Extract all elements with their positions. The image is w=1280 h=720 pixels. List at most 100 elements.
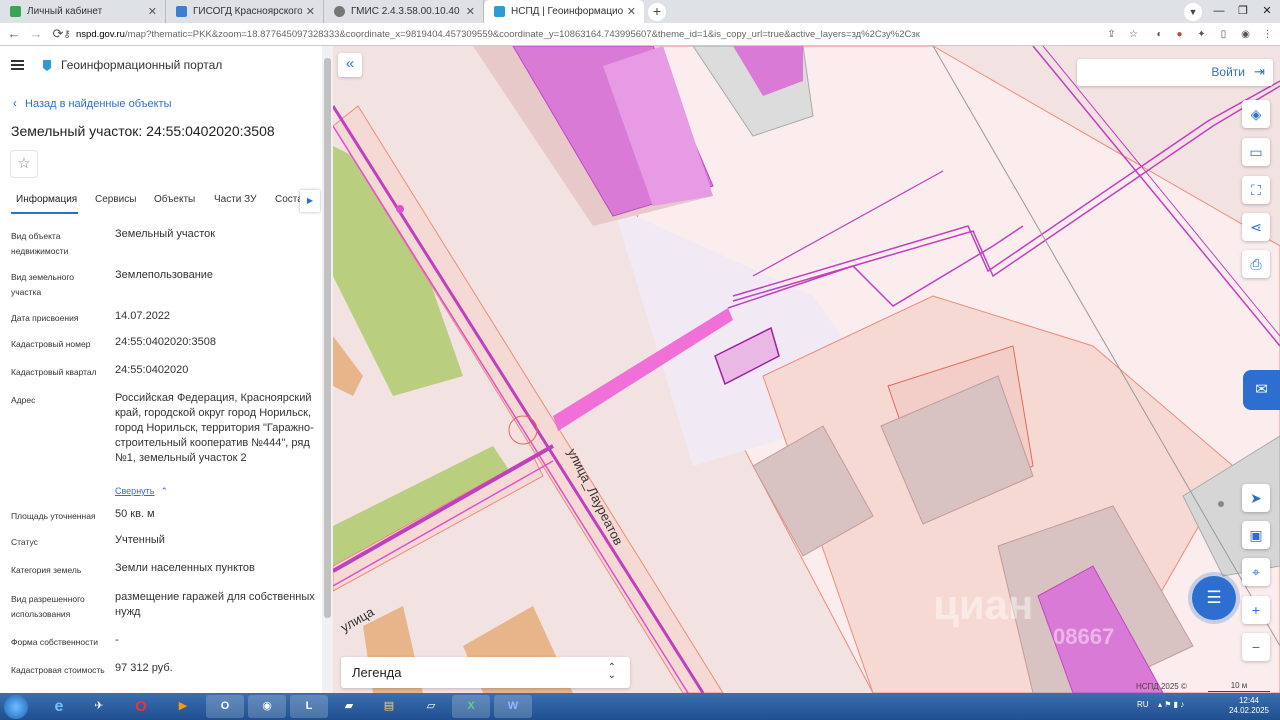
taskbar-app-icon[interactable]: L bbox=[290, 695, 328, 718]
property-value: - bbox=[115, 634, 119, 646]
area-select-button[interactable]: ⛶ bbox=[1242, 176, 1270, 204]
close-icon[interactable]: ✕ bbox=[148, 5, 157, 18]
menu-icon[interactable] bbox=[11, 60, 24, 70]
tray-icons[interactable]: ▴ ⚑ ▮ ♪ bbox=[1158, 700, 1184, 709]
layers-button[interactable]: ◈ bbox=[1242, 100, 1270, 128]
close-window-button[interactable]: ✕ bbox=[1254, 0, 1280, 23]
chat-button[interactable]: ☰ bbox=[1192, 576, 1236, 620]
os-taskbar: e ✈ O ▶ O ◉ L ▰ ▤ ▱ X W RU ▴ ⚑ ▮ ♪ 12:44… bbox=[0, 693, 1280, 720]
forward-arrow-icon[interactable]: → bbox=[28, 26, 44, 42]
active-tab-indicator bbox=[11, 212, 78, 214]
tab-services[interactable]: Сервисы bbox=[95, 194, 136, 205]
start-button[interactable] bbox=[4, 695, 28, 719]
measure-ruler-button[interactable]: ▭ bbox=[1242, 138, 1270, 166]
zoom-out-button[interactable]: − bbox=[1242, 633, 1270, 661]
close-icon[interactable]: ✕ bbox=[306, 5, 315, 18]
property-value: 24:55:0402020 bbox=[115, 364, 189, 376]
minimize-button[interactable]: — bbox=[1206, 0, 1232, 23]
tab-objects[interactable]: Объекты bbox=[154, 194, 195, 205]
collapse-label: Свернуть bbox=[115, 486, 155, 496]
location-pin-button[interactable]: ⌖ bbox=[1242, 558, 1270, 586]
print-button[interactable]: ⎙ bbox=[1242, 250, 1270, 278]
clock-time: 12:44 bbox=[1238, 696, 1260, 705]
taskbar-excel-icon[interactable]: X bbox=[452, 695, 490, 718]
sidepanel-icon[interactable]: ▯ bbox=[1216, 27, 1231, 42]
tab-search-button[interactable]: ▼ bbox=[1184, 3, 1202, 21]
browser-tabstrip: Личный кабинет ✕ ГИСОГД Красноярского кр… bbox=[0, 0, 1280, 23]
puzzle-icon[interactable]: ✦ bbox=[1194, 27, 1209, 42]
clock[interactable]: 12:44 24.02.2025 bbox=[1226, 696, 1272, 716]
browser-tab-3[interactable]: ГМИС 2.4.3.58.00.10.40 ✕ bbox=[324, 0, 484, 23]
legend-label: Легенда bbox=[352, 665, 402, 680]
tab-favicon-icon bbox=[494, 6, 505, 17]
browser-tab-4[interactable]: НСПД | Геоинформационный п ✕ bbox=[484, 0, 644, 23]
map-layers bbox=[333, 46, 1280, 693]
property-label: Вид земельного участка bbox=[11, 272, 75, 297]
scale-bar: 10 м bbox=[1208, 682, 1270, 692]
scrollbar-thumb[interactable] bbox=[324, 58, 331, 618]
taskbar-app-icon[interactable]: ▰ bbox=[330, 695, 368, 718]
extension-icon[interactable]: ● bbox=[1172, 27, 1187, 42]
maximize-button[interactable]: ❐ bbox=[1230, 0, 1256, 23]
taskbar-app-icon[interactable]: ✈ bbox=[80, 695, 118, 718]
legend-dropdown[interactable]: Легенда ⌃ ⌄ bbox=[341, 657, 630, 688]
profile-icon[interactable]: ◉ bbox=[1238, 27, 1253, 42]
bookmark-star-icon[interactable]: ☆ bbox=[1126, 27, 1141, 42]
minimap-button[interactable]: ▣ bbox=[1242, 521, 1270, 549]
geolocation-button[interactable]: ➤ bbox=[1242, 484, 1270, 512]
taskbar-media-icon[interactable]: ▶ bbox=[164, 695, 202, 718]
new-tab-button[interactable]: + bbox=[648, 3, 666, 21]
object-title: Земельный участок: 24:55:0402020:3508 bbox=[11, 123, 275, 139]
property-value: Землепользование bbox=[115, 269, 214, 281]
property-value: 14.07.2022 bbox=[115, 310, 171, 322]
extension-icon[interactable]: ◐ bbox=[1152, 27, 1167, 42]
back-arrow-icon[interactable]: ← bbox=[6, 26, 22, 42]
property-label: Форма собственности bbox=[11, 637, 98, 647]
tab-title: ГИСОГД Красноярского края bbox=[193, 6, 302, 17]
back-to-results-link[interactable]: ‹ Назад в найденные объекты bbox=[13, 96, 172, 110]
menu-dots-icon[interactable]: ⋮ bbox=[1260, 27, 1275, 42]
login-button[interactable]: Войти ⇥ bbox=[1077, 59, 1273, 86]
site-info-icon[interactable]: ⚷ bbox=[60, 27, 74, 42]
tab-title: НСПД | Геоинформационный п bbox=[511, 6, 623, 17]
collapse-panel-button[interactable]: « bbox=[338, 53, 362, 77]
share-icon[interactable]: ⇪ bbox=[1104, 27, 1119, 42]
info-tabs: Информация Сервисы Объекты Части ЗУ Сост… bbox=[0, 187, 322, 215]
browser-tab-1[interactable]: Личный кабинет ✕ bbox=[0, 0, 166, 23]
property-value: 50 кв. м bbox=[115, 508, 155, 520]
property-label: Статус bbox=[11, 537, 38, 547]
tab-parts[interactable]: Части ЗУ bbox=[214, 194, 256, 205]
taskbar-outlook-icon[interactable]: O bbox=[206, 695, 244, 718]
taskbar-chrome-icon[interactable]: ◉ bbox=[248, 695, 286, 718]
taskbar-app-icon[interactable]: ▱ bbox=[412, 695, 450, 718]
login-label: Войти bbox=[1211, 65, 1245, 79]
taskbar-ie-icon[interactable]: e bbox=[40, 695, 78, 718]
close-icon[interactable]: ✕ bbox=[627, 5, 636, 18]
property-label: Адрес bbox=[11, 395, 36, 405]
property-value: Земли населенных пунктов bbox=[115, 562, 255, 574]
property-label: Дата присвоения bbox=[11, 313, 79, 323]
browser-tab-2[interactable]: ГИСОГД Красноярского края ✕ bbox=[166, 0, 324, 23]
tab-information[interactable]: Информация bbox=[16, 194, 77, 205]
address-bar[interactable]: nspd.gov.ru/map?thematic=PKK&zoom=18.877… bbox=[76, 27, 956, 42]
chevron-up-icon: ⌃ bbox=[160, 486, 169, 496]
widget-badge-icon[interactable]: ✉ bbox=[1243, 370, 1280, 410]
portal-logo-icon bbox=[43, 60, 51, 71]
collapse-address-link[interactable]: Свернуть ⌃ bbox=[115, 486, 168, 497]
taskbar-word-icon[interactable]: W bbox=[494, 695, 532, 718]
property-label: Кадастровый номер bbox=[11, 339, 91, 349]
tabs-scroll-right-button[interactable]: ▶ bbox=[300, 190, 320, 212]
copyright-text: НСПД 2025 © bbox=[1136, 682, 1187, 691]
share-button[interactable]: ⋖ bbox=[1242, 213, 1270, 241]
map-canvas[interactable]: циан 08667 улица_Лауреатов улица bbox=[333, 46, 1280, 693]
panel-scrollbar[interactable] bbox=[322, 46, 333, 693]
taskbar-opera-icon[interactable]: O bbox=[122, 695, 160, 718]
taskbar-explorer-icon[interactable]: ▤ bbox=[370, 695, 408, 718]
close-icon[interactable]: ✕ bbox=[466, 5, 475, 18]
language-indicator[interactable]: RU bbox=[1137, 700, 1149, 709]
property-value: Учтенный bbox=[115, 534, 165, 546]
favorite-star-button[interactable]: ☆ bbox=[10, 150, 38, 178]
tab-favicon-icon bbox=[176, 6, 187, 17]
tab-composition[interactable]: Соста bbox=[275, 194, 303, 205]
zoom-in-button[interactable]: + bbox=[1242, 596, 1270, 624]
